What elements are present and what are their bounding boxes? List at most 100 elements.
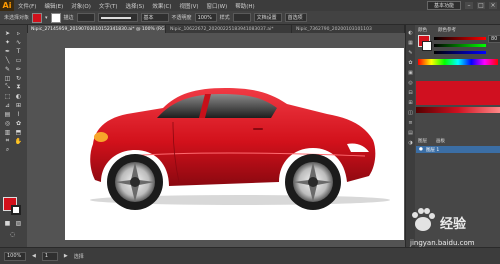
tab-color-guide[interactable]: 颜色参考 bbox=[438, 27, 456, 33]
gradient-mode-icon[interactable]: ▨ bbox=[14, 219, 23, 227]
pencil-icon[interactable]: ✏ bbox=[14, 65, 23, 73]
menu-type[interactable]: 文字(T) bbox=[95, 2, 122, 10]
graph-icon[interactable]: ▥ bbox=[3, 128, 12, 136]
minimize-icon[interactable]: – bbox=[465, 2, 473, 9]
draw-mode-icon[interactable]: ◌ bbox=[8, 230, 17, 238]
opacity-field[interactable]: 100% bbox=[194, 13, 217, 22]
stroke-profile-icon bbox=[100, 16, 131, 19]
variable-width-dropdown[interactable] bbox=[97, 13, 138, 22]
appearance-icon[interactable]: ◎ bbox=[407, 79, 414, 86]
color-value-field[interactable]: 80 bbox=[488, 35, 500, 43]
brush-icon[interactable]: ✎ bbox=[3, 65, 12, 73]
slice-icon[interactable]: ⌗ bbox=[3, 137, 12, 145]
close-icon[interactable]: × bbox=[489, 2, 497, 9]
shape-builder-icon[interactable]: ◐ bbox=[14, 92, 23, 100]
menu-edit[interactable]: 编辑(E) bbox=[40, 2, 67, 10]
color-spectrum[interactable] bbox=[418, 59, 498, 65]
free-transform-icon[interactable]: ⬚ bbox=[3, 92, 12, 100]
panel-stroke-swatch[interactable] bbox=[422, 41, 432, 51]
graphic-styles-icon[interactable]: ▣ bbox=[407, 69, 414, 76]
menu-select[interactable]: 选择(S) bbox=[122, 2, 149, 10]
color-guide-preview[interactable] bbox=[416, 81, 500, 105]
direct-select-icon[interactable]: ▹ bbox=[14, 29, 23, 37]
scale-icon[interactable]: ⤡ bbox=[3, 83, 12, 91]
lasso-icon[interactable]: ∿ bbox=[14, 38, 23, 46]
swatches-panel-icon[interactable]: ▦ bbox=[407, 39, 414, 46]
watermark-sub: jingyan.baidu.com bbox=[410, 239, 475, 247]
stroke-swatch[interactable] bbox=[50, 12, 61, 23]
width-icon[interactable]: ⧗ bbox=[14, 83, 23, 91]
menu-file[interactable]: 文件(F) bbox=[14, 2, 40, 10]
next-page-icon[interactable]: ▶ bbox=[64, 253, 68, 259]
menu-effect[interactable]: 效果(C) bbox=[148, 2, 175, 10]
color-guide-ramp[interactable] bbox=[416, 107, 500, 113]
pen-icon[interactable]: ✒ bbox=[3, 47, 12, 55]
artboard-icon[interactable]: ⬒ bbox=[14, 128, 23, 136]
workspace-switcher[interactable]: 基本功能 bbox=[426, 1, 461, 10]
b-slider[interactable] bbox=[434, 51, 486, 54]
stroke-color-swatch[interactable] bbox=[11, 205, 21, 215]
r-slider[interactable] bbox=[434, 37, 486, 40]
tab-color[interactable]: 颜色 bbox=[418, 27, 427, 33]
tab-layers[interactable]: 图层 bbox=[418, 138, 427, 144]
stroke-panel-icon[interactable]: ≡ bbox=[407, 119, 414, 126]
hand-icon[interactable]: ✋ bbox=[14, 137, 23, 145]
line-icon[interactable]: ╲ bbox=[3, 56, 12, 64]
transform-panel-icon[interactable]: ⊞ bbox=[407, 99, 414, 106]
gradient-icon[interactable]: ▤ bbox=[3, 110, 12, 118]
tab-document-2[interactable]: Nipic_10622672_20200225183941083037.ai* bbox=[166, 25, 292, 33]
artboard[interactable] bbox=[65, 48, 404, 240]
color-panel-icon[interactable]: ◐ bbox=[407, 29, 414, 36]
perspective-icon[interactable]: ⊿ bbox=[3, 101, 12, 109]
eraser-icon[interactable]: ◫ bbox=[3, 74, 12, 82]
zoom-icon[interactable]: ⌕ bbox=[3, 146, 12, 154]
type-icon[interactable]: T bbox=[14, 47, 23, 55]
brush-dropdown[interactable]: 基本 bbox=[140, 13, 169, 22]
brushes-panel-icon[interactable]: ✎ bbox=[407, 49, 414, 56]
align-panel-icon[interactable]: ⊟ bbox=[407, 89, 414, 96]
menu-object[interactable]: 对象(O) bbox=[67, 2, 95, 10]
page-field[interactable]: 1 bbox=[41, 251, 58, 261]
taillight bbox=[94, 132, 108, 142]
prev-page-icon[interactable]: ◀ bbox=[32, 253, 36, 259]
tab-document-3[interactable]: Nipic_7362790_20200103101103 bbox=[292, 25, 405, 33]
chevron-down-icon[interactable]: ▾ bbox=[45, 15, 48, 21]
eyedropper-icon[interactable]: ⌇ bbox=[14, 110, 23, 118]
ai-logo: Ai bbox=[0, 0, 14, 11]
symbol-icon[interactable]: ✿ bbox=[14, 119, 23, 127]
stroke-label: 描边 bbox=[63, 15, 74, 21]
rect-icon[interactable]: ▭ bbox=[14, 56, 23, 64]
select-icon[interactable]: ➤ bbox=[3, 29, 12, 37]
menu-help[interactable]: 帮助(H) bbox=[231, 2, 258, 10]
mesh-icon[interactable]: ⊞ bbox=[14, 101, 23, 109]
style-label: 样式 bbox=[219, 15, 230, 21]
prefs-button[interactable]: 首选项 bbox=[284, 13, 307, 22]
doc-setup-button[interactable]: 文档设置 bbox=[253, 13, 282, 22]
paw-icon bbox=[412, 208, 435, 231]
zoom-field[interactable]: 100% bbox=[4, 251, 26, 261]
layer-row[interactable]: ● 图层 1 bbox=[416, 146, 500, 153]
blend-icon[interactable]: ◎ bbox=[3, 119, 12, 127]
magic-wand-icon[interactable]: ✦ bbox=[3, 38, 12, 46]
watermark: 经验 jingyan.baidu.com bbox=[408, 205, 500, 260]
maximize-icon[interactable]: □ bbox=[477, 2, 485, 9]
menu-window[interactable]: 窗口(W) bbox=[203, 2, 232, 10]
style-dropdown[interactable] bbox=[232, 13, 251, 22]
gradient-panel-icon[interactable]: ▤ bbox=[407, 129, 414, 136]
fill-swatch[interactable] bbox=[32, 12, 43, 23]
tab-document-1[interactable]: Nipic_27145959_20190703010152341830.ai* … bbox=[27, 25, 166, 33]
menu-view[interactable]: 视图(V) bbox=[175, 2, 202, 10]
rotate-icon[interactable]: ↻ bbox=[14, 74, 23, 82]
document-tabs: Nipic_27145959_20190703010152341830.ai* … bbox=[27, 25, 405, 33]
no-selection-label: 未选择对象 bbox=[4, 15, 30, 21]
stroke-weight-dropdown[interactable] bbox=[76, 13, 95, 22]
transparency-icon[interactable]: ◑ bbox=[407, 139, 414, 146]
g-slider[interactable] bbox=[434, 44, 486, 47]
symbols-panel-icon[interactable]: ✿ bbox=[407, 59, 414, 66]
canvas-area[interactable] bbox=[27, 33, 405, 247]
pathfinder-icon[interactable]: ◫ bbox=[407, 109, 414, 116]
tab-artboards[interactable]: 画板 bbox=[436, 138, 445, 144]
eye-icon[interactable]: ● bbox=[416, 147, 426, 152]
car-illustration bbox=[90, 88, 390, 210]
color-mode-icon[interactable]: ■ bbox=[3, 219, 12, 227]
